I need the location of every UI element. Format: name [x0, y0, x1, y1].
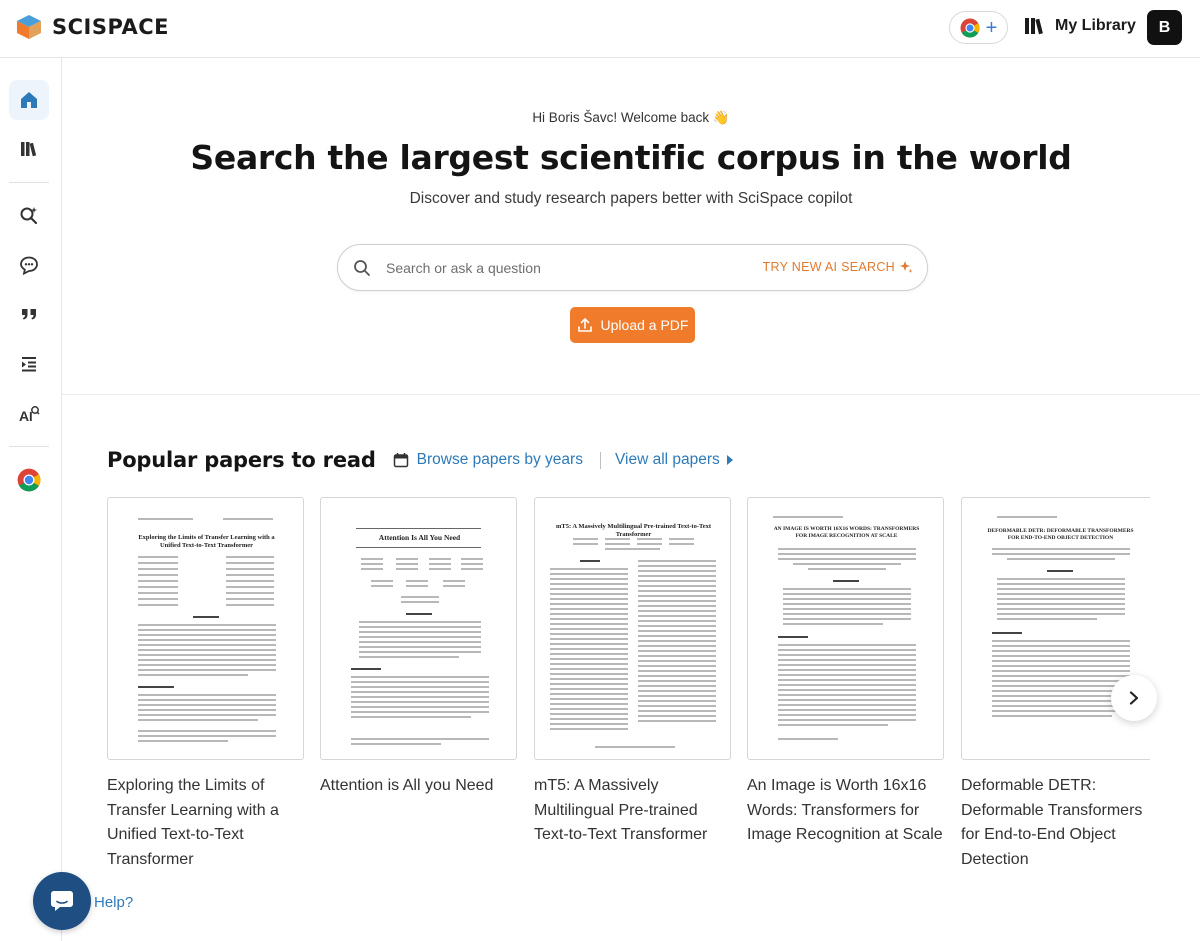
chevron-right-icon [1129, 691, 1139, 705]
upload-pdf-button[interactable]: Upload a PDF [570, 307, 695, 343]
paper-title[interactable]: mT5: A Massively Multilingual Pre-traine… [534, 774, 731, 848]
caret-right-icon [726, 455, 733, 465]
sidebar-divider [9, 182, 49, 183]
scispace-logo[interactable]: SCISPACE [16, 14, 169, 40]
thumbnail-heading: Attention Is All You Need [378, 533, 461, 542]
paper-card[interactable]: AN IMAGE IS WORTH 16X16 WORDS: TRANSFORM… [747, 497, 944, 848]
library-icon [1025, 18, 1043, 35]
paper-card[interactable]: mT5: A Massively Multilingual Pre-traine… [534, 497, 731, 848]
carousel-next-button[interactable] [1111, 675, 1157, 721]
plus-icon: + [985, 16, 998, 39]
chrome-icon [960, 18, 980, 38]
paper-title[interactable]: Deformable DETR: Deformable Transformers… [961, 774, 1150, 872]
thumbnail-heading: mT5: A Massively Multilingual Pre-traine… [555, 523, 712, 538]
sidebar-item-citations[interactable] [9, 294, 49, 334]
home-icon [21, 92, 37, 108]
library-icon [21, 142, 37, 157]
paper-thumbnail: DEFORMABLE DETR: DEFORMABLE TRANSFORMERS… [961, 497, 1150, 760]
help-chat-button[interactable] [33, 872, 91, 930]
quote-icon [22, 309, 36, 320]
thumbnail-heading: Exploring the Limits of Transfer Learnin… [138, 534, 275, 549]
outline-icon [22, 357, 36, 372]
hero-section: Hi Boris Šavc! Welcome back 👋 Search the… [62, 58, 1200, 395]
upload-pdf-label: Upload a PDF [600, 317, 689, 333]
calendar-icon [393, 453, 408, 468]
help-label[interactable]: Help? [94, 894, 133, 911]
ai-search-icon [20, 207, 38, 225]
thumbnail-heading: DEFORMABLE DETR: DEFORMABLE TRANSFORMERS… [987, 528, 1134, 541]
ai-writer-icon: A I [19, 406, 40, 424]
thumbnail-heading: AN IMAGE IS WORTH 16X16 WORDS: TRANSFORM… [773, 526, 920, 539]
brand-name: SCISPACE [52, 15, 169, 39]
browse-by-years-label: Browse papers by years [416, 451, 583, 468]
search-input[interactable] [386, 257, 766, 279]
paper-thumbnail: mT5: A Massively Multilingual Pre-traine… [534, 497, 731, 760]
welcome-greeting: Hi Boris Šavc! Welcome back 👋 [532, 110, 730, 125]
chat-bubble-icon [51, 891, 73, 911]
search-bar: TRY NEW AI SEARCH [337, 244, 928, 291]
paper-card[interactable]: Attention Is All You Need Attention is A… [320, 497, 517, 799]
paper-title[interactable]: Attention is All you Need [320, 774, 517, 799]
paper-thumbnail: Exploring the Limits of Transfer Learnin… [107, 497, 304, 760]
paper-thumbnail: AN IMAGE IS WORTH 16X16 WORDS: TRANSFORM… [747, 497, 944, 760]
top-bar: SCISPACE + My Library B [0, 0, 1200, 58]
sidebar-item-library[interactable] [9, 129, 49, 169]
chrome-icon [17, 468, 41, 492]
view-all-papers-link[interactable]: View all papers [615, 451, 734, 469]
search-icon [354, 260, 370, 276]
browse-by-years-link[interactable]: Browse papers by years [393, 451, 583, 469]
page-subheadline: Discover and study research papers bette… [409, 190, 853, 207]
my-library-label: My Library [1055, 17, 1136, 34]
sidebar-item-chat[interactable] [9, 245, 49, 285]
scispace-logo-icon [17, 15, 41, 39]
chat-icon [20, 256, 38, 275]
user-avatar[interactable]: B [1147, 10, 1182, 45]
section-title: Popular papers to read [107, 448, 376, 472]
paper-thumbnail: Attention Is All You Need [320, 497, 517, 760]
paper-title[interactable]: Exploring the Limits of Transfer Learnin… [107, 774, 304, 872]
sparkle-icon [900, 261, 913, 273]
sidebar-divider [9, 446, 49, 447]
upload-icon [577, 318, 592, 332]
add-chrome-extension-button[interactable]: + [949, 11, 1008, 44]
sidebar-item-home[interactable] [9, 80, 49, 120]
page-headline: Search the largest scientific corpus in … [190, 138, 1072, 177]
svg-text:A: A [19, 408, 29, 424]
paper-title[interactable]: An Image is Worth 16x16 Words: Transform… [747, 774, 944, 848]
paper-card[interactable]: Exploring the Limits of Transfer Learnin… [107, 497, 304, 872]
try-ai-search-link[interactable]: TRY NEW AI SEARCH [763, 260, 913, 274]
view-all-papers-label: View all papers [614, 451, 720, 468]
header-divider [599, 451, 601, 469]
sidebar-item-ai-search[interactable] [9, 195, 49, 235]
ai-search-label: TRY NEW AI SEARCH [762, 260, 895, 274]
popular-papers-header: Popular papers to read Browse papers by … [107, 448, 734, 472]
popular-papers-carousel: Exploring the Limits of Transfer Learnin… [107, 497, 1150, 877]
sidebar-item-chrome-extension[interactable] [9, 460, 49, 500]
my-library-button[interactable]: My Library [1024, 16, 1136, 36]
sidebar-item-outline[interactable] [9, 344, 49, 384]
sidebar-item-ai-writer[interactable]: A I [9, 394, 49, 434]
sidebar: A I [0, 58, 62, 941]
